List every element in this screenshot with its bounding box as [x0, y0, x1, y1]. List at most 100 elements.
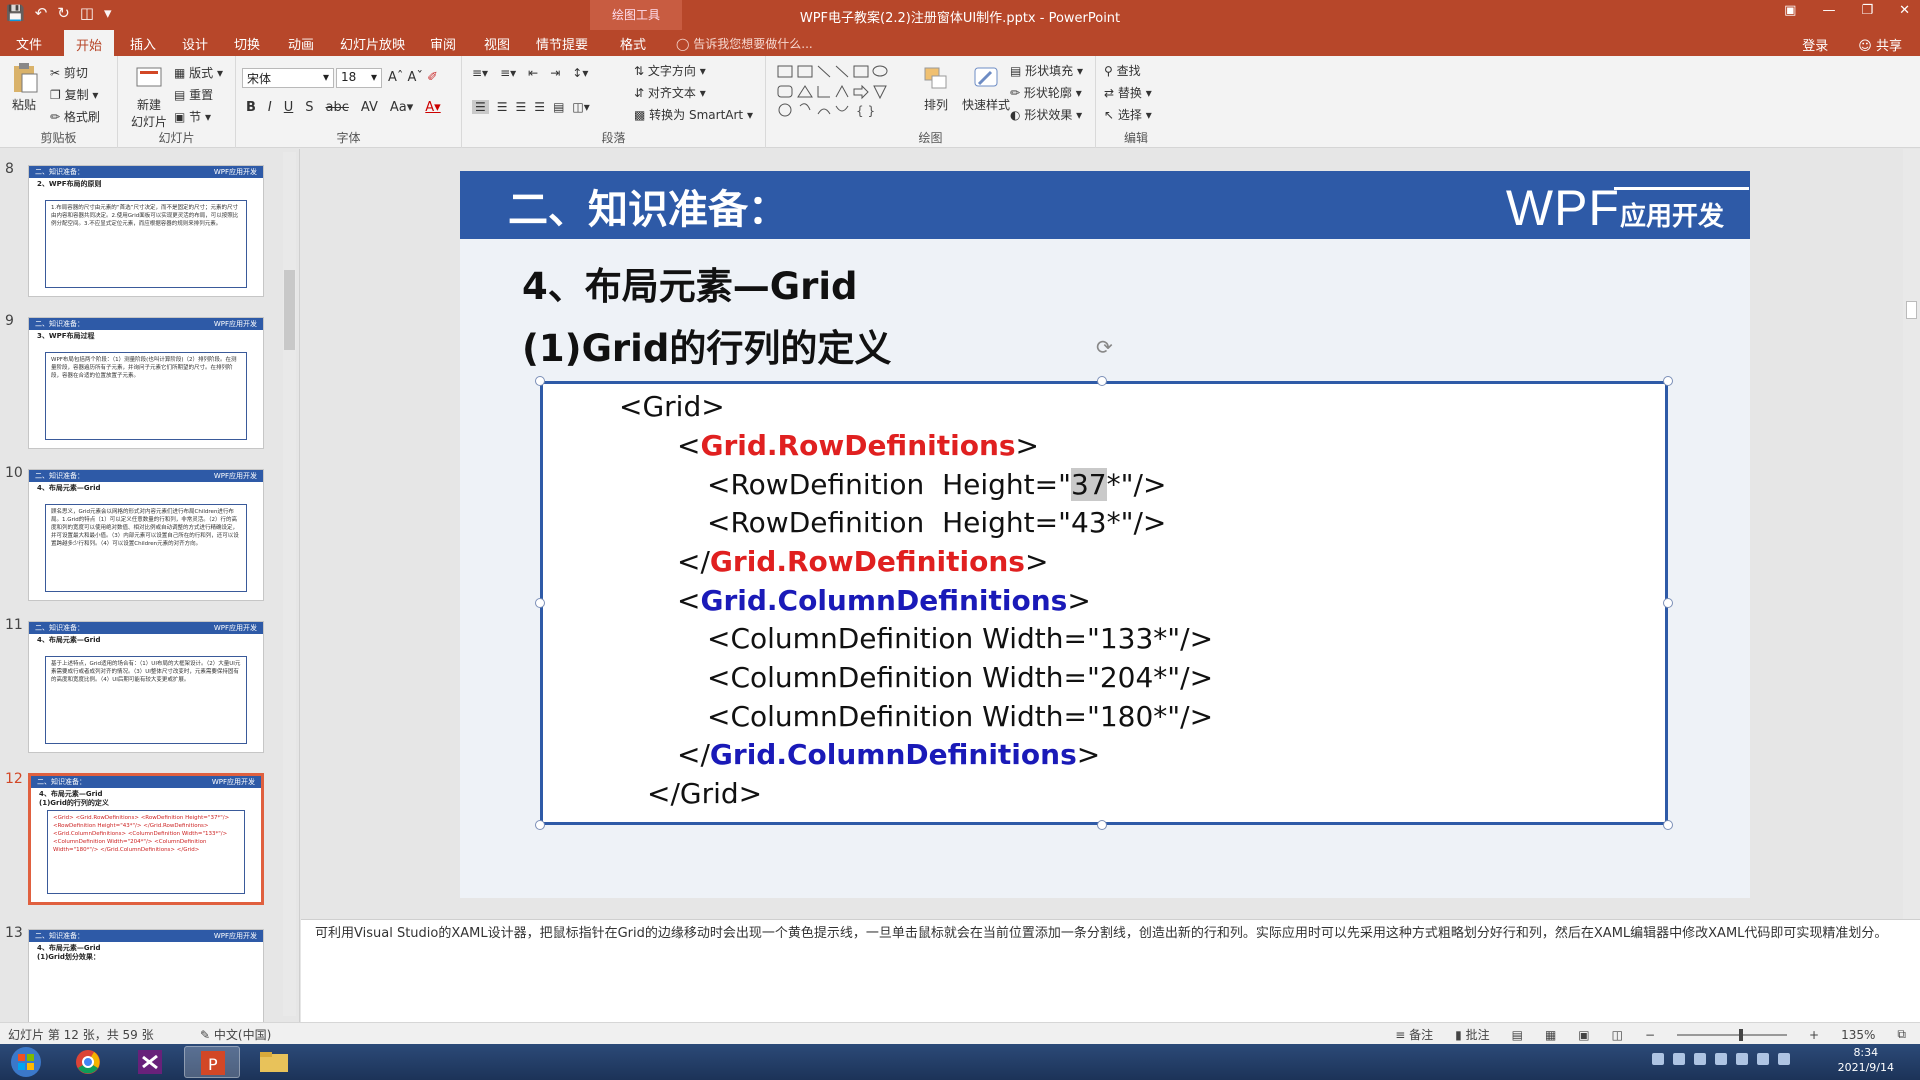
align-center-icon[interactable]: ☰	[497, 100, 508, 114]
code-textbox[interactable]: <Grid> <Grid.RowDefinitions> <RowDefinit…	[540, 381, 1668, 825]
section-button[interactable]: ▣ 节 ▾	[174, 108, 211, 125]
tab-home[interactable]: 开始	[64, 30, 115, 56]
resize-handle[interactable]	[1663, 376, 1673, 386]
shape-fill-button[interactable]: ▤ 形状填充 ▾	[1010, 62, 1083, 79]
windows-start-icon[interactable]	[8, 1046, 44, 1078]
slide-heading-2[interactable]: (1)Grid的行列的定义	[522, 318, 891, 372]
smartart-button[interactable]: ▩ 转换为 SmartArt ▾	[634, 106, 753, 123]
close-icon[interactable]: ✕	[1899, 3, 1910, 18]
shadow-icon[interactable]: S	[305, 100, 313, 115]
taskbar-clock[interactable]: 8:34 2021/9/14	[1838, 1045, 1894, 1075]
zoom-level[interactable]: 135%	[1841, 1028, 1875, 1042]
text-direction-button[interactable]: ⇅ 文字方向 ▾	[634, 62, 706, 79]
language-indicator[interactable]: ✎ 中文(中国)	[200, 1026, 271, 1043]
reading-view-icon[interactable]: ▣	[1578, 1028, 1589, 1042]
taskbar-explorer[interactable]	[246, 1046, 302, 1078]
italic-icon[interactable]: I	[268, 100, 272, 115]
slide-thumbnail-active[interactable]: 二、知识准备： WPF应用开发 4、布局元素—Grid (1)Grid的行列的定义 …	[28, 773, 264, 905]
shape-outline-button[interactable]: ✏ 形状轮廓 ▾	[1010, 84, 1082, 101]
taskbar-visual-studio[interactable]	[122, 1046, 178, 1078]
resize-handle[interactable]	[1663, 820, 1673, 830]
tab-storyboard[interactable]: 情节提要	[536, 34, 588, 53]
bold-icon[interactable]: B	[246, 100, 256, 115]
flag-icon[interactable]	[1694, 1053, 1706, 1065]
change-case-icon[interactable]: Aa▾	[390, 100, 413, 115]
resize-handle[interactable]	[535, 376, 545, 386]
taskbar-powerpoint[interactable]: P	[184, 1046, 240, 1078]
slideshow-view-icon[interactable]: ◫	[1612, 1028, 1623, 1042]
tab-slideshow[interactable]: 幻灯片放映	[340, 34, 405, 53]
font-color-icon[interactable]: A▾	[425, 100, 440, 115]
restore-icon[interactable]: ❐	[1861, 3, 1873, 18]
char-spacing-icon[interactable]: AV	[361, 100, 378, 115]
align-right-icon[interactable]: ☰	[516, 100, 527, 114]
align-left-icon[interactable]: ☰	[472, 100, 489, 114]
taskbar-chrome[interactable]	[60, 1046, 116, 1078]
resize-handle[interactable]	[535, 820, 545, 830]
tray-arrow-icon[interactable]	[1715, 1053, 1727, 1065]
reset-button[interactable]: ▤ 重置	[174, 86, 213, 103]
keyboard-icon[interactable]	[1652, 1053, 1664, 1065]
tab-animations[interactable]: 动画	[288, 34, 314, 53]
tab-file[interactable]: 文件	[16, 34, 42, 53]
minimize-icon[interactable]: —	[1822, 3, 1835, 18]
replace-button[interactable]: ⇄ 替换 ▾	[1104, 84, 1152, 101]
quick-styles-button[interactable]: 快速样式	[958, 62, 1014, 113]
tell-me-search[interactable]: ◯ 告诉我您想要做什么...	[676, 35, 813, 52]
zoom-out-icon[interactable]: −	[1645, 1028, 1655, 1042]
distribute-icon[interactable]: ▤	[553, 100, 564, 114]
slide[interactable]: 二、知识准备： WPF应用开发 4、布局元素—Grid (1)Grid的行列的定…	[460, 171, 1750, 898]
shrink-font-icon[interactable]: Aˇ	[408, 70, 423, 85]
clear-format-icon[interactable]: ✐	[427, 70, 438, 85]
tab-format[interactable]: 格式	[620, 34, 646, 53]
tab-insert[interactable]: 插入	[130, 34, 156, 53]
rotate-handle-icon[interactable]: ⟳	[1096, 335, 1113, 359]
normal-view-icon[interactable]: ▤	[1512, 1028, 1523, 1042]
slide-heading-1[interactable]: 4、布局元素—Grid	[522, 256, 858, 310]
columns-icon[interactable]: ◫▾	[572, 100, 589, 114]
resize-handle[interactable]	[1663, 598, 1673, 608]
resize-handle[interactable]	[535, 598, 545, 608]
format-painter-button[interactable]: ✏ 格式刷	[50, 108, 100, 125]
resize-handle[interactable]	[1097, 820, 1107, 830]
font-size-select[interactable]: 18 ▾	[336, 68, 382, 88]
slide-thumbnail[interactable]: 二、知识准备： WPF应用开发 4、布局元素—Grid 基于上述特点，Grid适用…	[28, 621, 264, 753]
underline-icon[interactable]: U	[284, 100, 294, 115]
layout-button[interactable]: ▦ 版式 ▾	[174, 64, 223, 81]
select-button[interactable]: ↖ 选择 ▾	[1104, 106, 1152, 123]
new-slide-button[interactable]: 新建 幻灯片	[124, 62, 174, 130]
arrange-button[interactable]: 排列	[916, 62, 956, 113]
paste-button[interactable]: 粘贴	[6, 62, 42, 113]
grow-font-icon[interactable]: Aˆ	[388, 70, 403, 85]
login-link[interactable]: 登录	[1802, 35, 1828, 54]
tab-view[interactable]: 视图	[484, 34, 510, 53]
find-button[interactable]: ⚲ 查找	[1104, 62, 1141, 79]
tab-design[interactable]: 设计	[182, 34, 208, 53]
justify-icon[interactable]: ☰	[534, 100, 545, 114]
copy-button[interactable]: ❐ 复制 ▾	[50, 86, 98, 103]
battery-icon[interactable]	[1778, 1053, 1790, 1065]
align-text-button[interactable]: ⇵ 对齐文本 ▾	[634, 84, 706, 101]
increase-indent-icon[interactable]: ⇥	[550, 66, 560, 80]
share-button[interactable]: ☺ 共享	[1858, 35, 1902, 54]
cut-button[interactable]: ✂ 剪切	[50, 64, 88, 81]
volume-icon[interactable]	[1736, 1053, 1748, 1065]
zoom-slider-knob[interactable]	[1739, 1028, 1744, 1041]
slide-thumbnail[interactable]: 二、知识准备： WPF应用开发 2、WPF布局的原则 1.布局容器的尺寸由元素的“…	[28, 165, 264, 297]
slide-thumbnail[interactable]: 二、知识准备： WPF应用开发 3、WPF布局过程 WPF布局包括两个阶段：（1）…	[28, 317, 264, 449]
speaker-notes[interactable]: 可利用Visual Studio的XAML设计器，把鼠标指针在Grid的边缘移动…	[301, 919, 1920, 1022]
notes-toggle[interactable]: ≡ 备注	[1395, 1026, 1433, 1043]
tab-review[interactable]: 审阅	[430, 34, 456, 53]
slide-scrollbar[interactable]	[1903, 149, 1920, 919]
slide-scrollbar-thumb[interactable]	[1906, 301, 1917, 319]
comments-toggle[interactable]: ▮ 批注	[1455, 1026, 1489, 1043]
tab-transitions[interactable]: 切换	[234, 34, 260, 53]
fit-slide-icon[interactable]: ⧉	[1897, 1027, 1906, 1042]
zoom-slider[interactable]	[1677, 1028, 1788, 1041]
decrease-indent-icon[interactable]: ⇤	[528, 66, 538, 80]
numbering-icon[interactable]: ≡▾	[500, 66, 516, 80]
ribbon-display-icon[interactable]: ▣	[1784, 3, 1796, 18]
strikethrough-icon[interactable]: abc	[326, 100, 349, 115]
font-name-select[interactable]: 宋体 ▾	[242, 68, 334, 88]
thumbnail-scrollbar-thumb[interactable]	[284, 270, 295, 350]
